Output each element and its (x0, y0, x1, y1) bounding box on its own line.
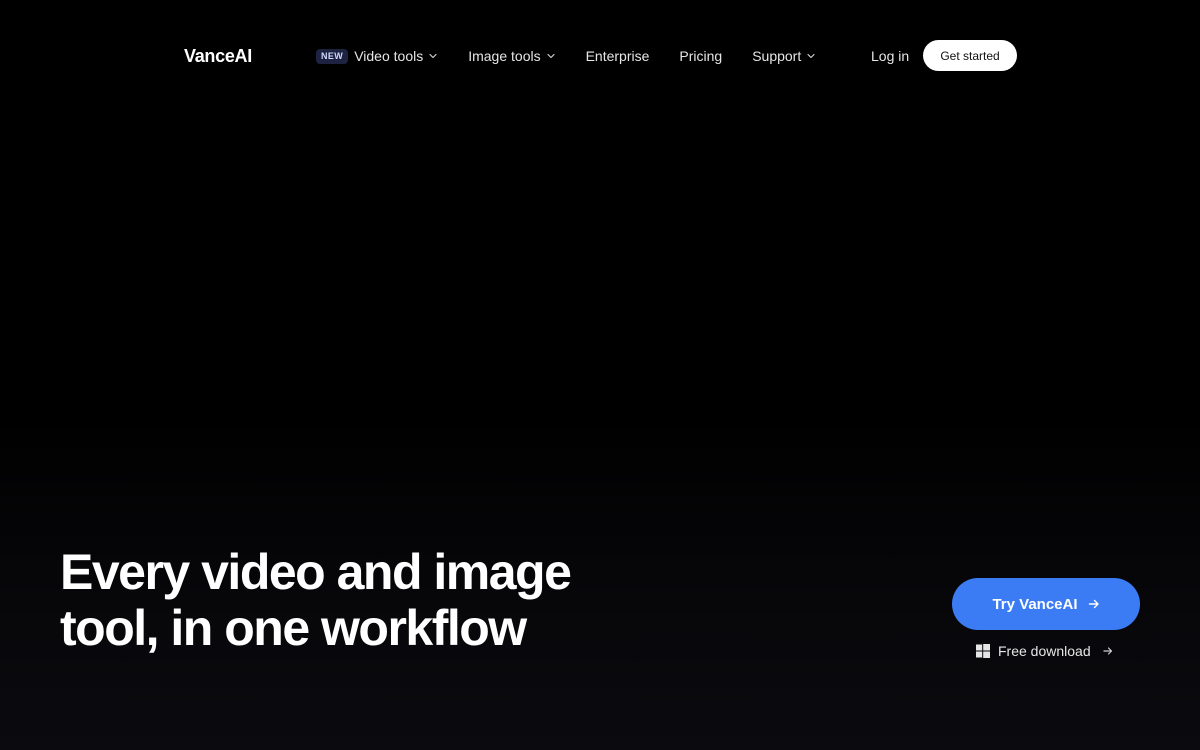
page: VanceAI NEW Video tools Image tools Ente… (0, 0, 1200, 750)
nav-item-label: Video tools (354, 48, 424, 64)
main-nav: NEW Video tools Image tools Enterprise P… (316, 44, 816, 68)
nav-item-label: Image tools (468, 48, 541, 64)
nav-item-enterprise[interactable]: Enterprise (586, 48, 650, 64)
hero-title-line-1: Every video and image (60, 544, 572, 600)
arrow-right-icon (1088, 598, 1100, 610)
free-download-label: Free download (998, 643, 1091, 659)
nav-item-label: Enterprise (585, 48, 650, 64)
new-badge: NEW (316, 48, 349, 64)
try-vanceai-button[interactable]: Try VanceAI (952, 578, 1140, 630)
nav-item-pricing[interactable]: Pricing (679, 48, 722, 64)
nav-item-label: Pricing (679, 48, 723, 64)
get-started-button[interactable]: Get started (923, 40, 1017, 71)
nav-item-video-tools[interactable]: NEW Video tools (316, 48, 438, 64)
chevron-down-icon (428, 51, 438, 61)
nav-item-image-tools[interactable]: Image tools (468, 48, 555, 64)
nav-item-support[interactable]: Support (752, 48, 816, 64)
vanceai-logo[interactable]: VanceAI (184, 44, 252, 68)
free-download-link[interactable]: Free download (976, 640, 1113, 662)
try-vanceai-label: Try VanceAI (992, 595, 1078, 613)
top-nav-bar: VanceAI NEW Video tools Image tools Ente… (0, 0, 1200, 110)
hero-title: Every video and image tool, in one workf… (60, 544, 680, 656)
nav-item-label: Support (752, 48, 802, 64)
windows-icon (976, 644, 990, 658)
chevron-down-icon (806, 51, 816, 61)
hero-title-line-2: tool, in one workflow (60, 600, 527, 656)
login-link[interactable]: Log in (871, 44, 909, 68)
chevron-down-icon (546, 51, 556, 61)
arrow-right-icon (1103, 646, 1113, 656)
